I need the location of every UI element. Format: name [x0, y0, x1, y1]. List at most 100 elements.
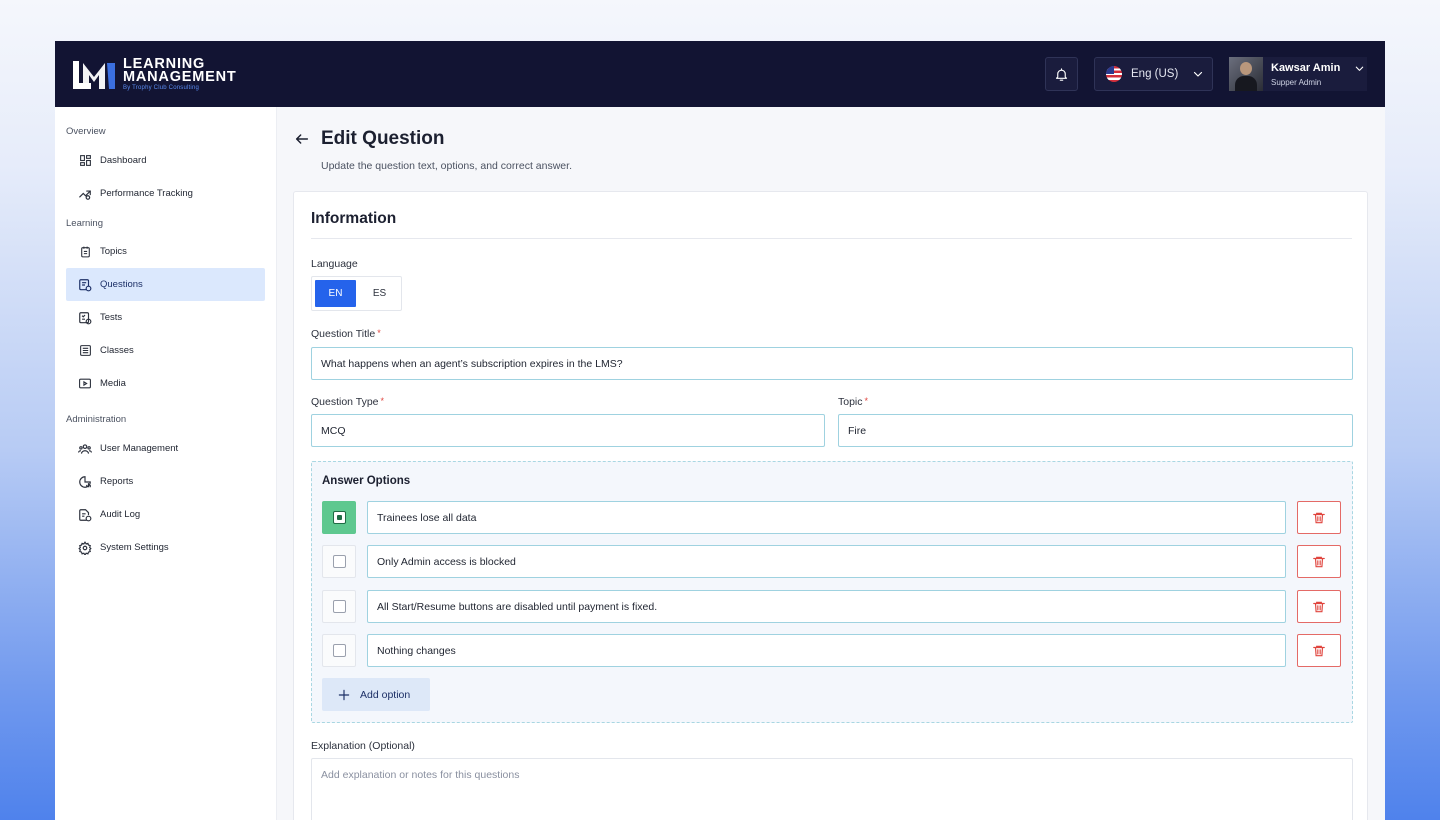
- sidebar-item-performance-tracking[interactable]: Performance Tracking: [66, 177, 265, 210]
- us-flag-icon: [1106, 66, 1122, 82]
- classes-icon: [78, 344, 92, 358]
- question-title-label-text: Question Title: [311, 328, 376, 340]
- correct-answer-checkbox[interactable]: [322, 545, 356, 578]
- required-mark: *: [380, 396, 385, 406]
- language-selector[interactable]: Eng (US): [1094, 57, 1213, 91]
- question-type-select[interactable]: MCQ: [311, 414, 825, 447]
- sidebar-item-label: Tests: [100, 312, 123, 323]
- question-type-label-text: Question Type: [311, 396, 379, 408]
- user-name: Kawsar Amin: [1271, 61, 1341, 74]
- topic-label-text: Topic: [838, 396, 863, 408]
- question-type-label: Question Type *: [311, 396, 384, 408]
- delete-option-button[interactable]: [1297, 545, 1341, 578]
- tests-icon: [78, 311, 92, 325]
- questions-icon: [78, 278, 92, 292]
- sidebar-item-user-management[interactable]: User Management: [66, 432, 265, 465]
- sidebar-section-administration: Administration: [66, 414, 127, 425]
- sidebar-item-label: System Settings: [100, 542, 169, 553]
- delete-option-button[interactable]: [1297, 501, 1341, 534]
- add-option-label: Add option: [360, 688, 411, 701]
- sidebar: Overview Dashboard Performance Tracking …: [55, 107, 277, 820]
- language-label: Eng (US): [1131, 68, 1179, 80]
- sidebar-item-audit-log[interactable]: Audit Log: [66, 498, 265, 531]
- language-label: Language: [311, 258, 358, 270]
- app-window: LEARNING MANAGEMENT By Trophy Club Consu…: [55, 41, 1385, 820]
- notifications-button[interactable]: [1045, 57, 1078, 91]
- topic-label: Topic *: [838, 396, 868, 408]
- page-subtitle: Update the question text, options, and c…: [321, 160, 572, 172]
- language-toggle: EN ES: [311, 276, 402, 311]
- settings-icon: [78, 540, 92, 555]
- sidebar-item-label: User Management: [100, 443, 179, 454]
- back-arrow-icon[interactable]: [293, 131, 311, 152]
- plus-icon: [337, 688, 351, 702]
- correct-answer-checkbox[interactable]: [322, 634, 356, 667]
- page-title: Edit Question: [321, 128, 445, 149]
- section-title: Information: [311, 210, 397, 227]
- media-icon: [78, 377, 92, 391]
- answer-option-input[interactable]: Trainees lose all data: [367, 501, 1286, 534]
- app-logo[interactable]: LEARNING MANAGEMENT By Trophy Club Consu…: [71, 57, 237, 91]
- answer-option-input[interactable]: Only Admin access is blocked: [367, 545, 1286, 578]
- correct-answer-checkbox[interactable]: [322, 501, 356, 534]
- add-option-button[interactable]: Add option: [322, 678, 430, 711]
- bell-icon: [1055, 67, 1068, 81]
- answer-options-panel: Answer Options Trainees lose all data On…: [311, 461, 1353, 723]
- delete-option-button[interactable]: [1297, 634, 1341, 667]
- sidebar-item-classes[interactable]: Classes: [66, 334, 265, 367]
- logo-title-line2: MANAGEMENT: [123, 69, 237, 85]
- topic-select[interactable]: Fire: [838, 414, 1353, 447]
- user-role: Supper Admin: [1271, 77, 1322, 87]
- sidebar-item-questions[interactable]: Questions: [66, 268, 265, 301]
- question-title-input[interactable]: What happens when an agent’s subscriptio…: [311, 347, 1353, 380]
- trash-icon: [1313, 556, 1325, 567]
- checkbox-icon: [332, 600, 346, 613]
- question-form-card: Information Language EN ES Question Titl…: [293, 191, 1368, 820]
- top-bar: LEARNING MANAGEMENT By Trophy Club Consu…: [55, 41, 1385, 107]
- trash-icon: [1313, 601, 1325, 612]
- performance-icon: [78, 187, 92, 201]
- sidebar-item-label: Questions: [100, 279, 143, 290]
- language-option-en[interactable]: EN: [315, 280, 356, 307]
- trash-icon: [1313, 512, 1325, 523]
- checkbox-icon: [332, 555, 346, 568]
- dashboard-icon: [78, 154, 92, 168]
- sidebar-item-media[interactable]: Media: [66, 367, 265, 400]
- checkbox-icon: [332, 644, 346, 657]
- logo-subtitle: By Trophy Club Consulting: [123, 85, 200, 91]
- avatar: [1229, 57, 1263, 91]
- answer-option-input[interactable]: Nothing changes: [367, 634, 1286, 667]
- checkbox-checked-icon: [332, 511, 346, 524]
- trash-icon: [1313, 645, 1325, 656]
- sidebar-item-system-settings[interactable]: System Settings: [66, 531, 265, 564]
- sidebar-item-dashboard[interactable]: Dashboard: [66, 144, 265, 177]
- delete-option-button[interactable]: [1297, 590, 1341, 623]
- reports-icon: [78, 475, 92, 489]
- language-option-es[interactable]: ES: [359, 280, 400, 307]
- logo-mark-icon: [71, 59, 117, 91]
- sidebar-item-label: Reports: [100, 476, 134, 487]
- section-divider: [311, 238, 1352, 239]
- explanation-label: Explanation (Optional): [311, 740, 415, 752]
- sidebar-item-label: Dashboard: [100, 155, 147, 166]
- answer-option-input[interactable]: All Start/Resume buttons are disabled un…: [367, 590, 1286, 623]
- audit-icon: [78, 508, 92, 522]
- sidebar-section-learning: Learning: [66, 218, 103, 229]
- question-title-label: Question Title *: [311, 328, 381, 340]
- correct-answer-checkbox[interactable]: [322, 590, 356, 623]
- sidebar-item-label: Media: [100, 378, 126, 389]
- chevron-down-icon: [1194, 71, 1203, 77]
- answer-options-title: Answer Options: [322, 475, 411, 487]
- chevron-down-icon: [1355, 66, 1364, 71]
- explanation-textarea[interactable]: Add explanation or notes for this questi…: [311, 758, 1353, 820]
- sidebar-item-tests[interactable]: Tests: [66, 301, 265, 334]
- sidebar-item-label: Topics: [100, 246, 127, 257]
- sidebar-item-label: Performance Tracking: [100, 188, 193, 199]
- user-menu[interactable]: Kawsar Amin Supper Admin: [1229, 57, 1367, 91]
- sidebar-item-reports[interactable]: Reports: [66, 465, 265, 498]
- users-icon: [78, 442, 92, 456]
- sidebar-item-topics[interactable]: Topics: [66, 235, 265, 268]
- sidebar-item-label: Classes: [100, 345, 134, 356]
- topics-icon: [78, 245, 92, 259]
- required-mark: *: [864, 396, 869, 406]
